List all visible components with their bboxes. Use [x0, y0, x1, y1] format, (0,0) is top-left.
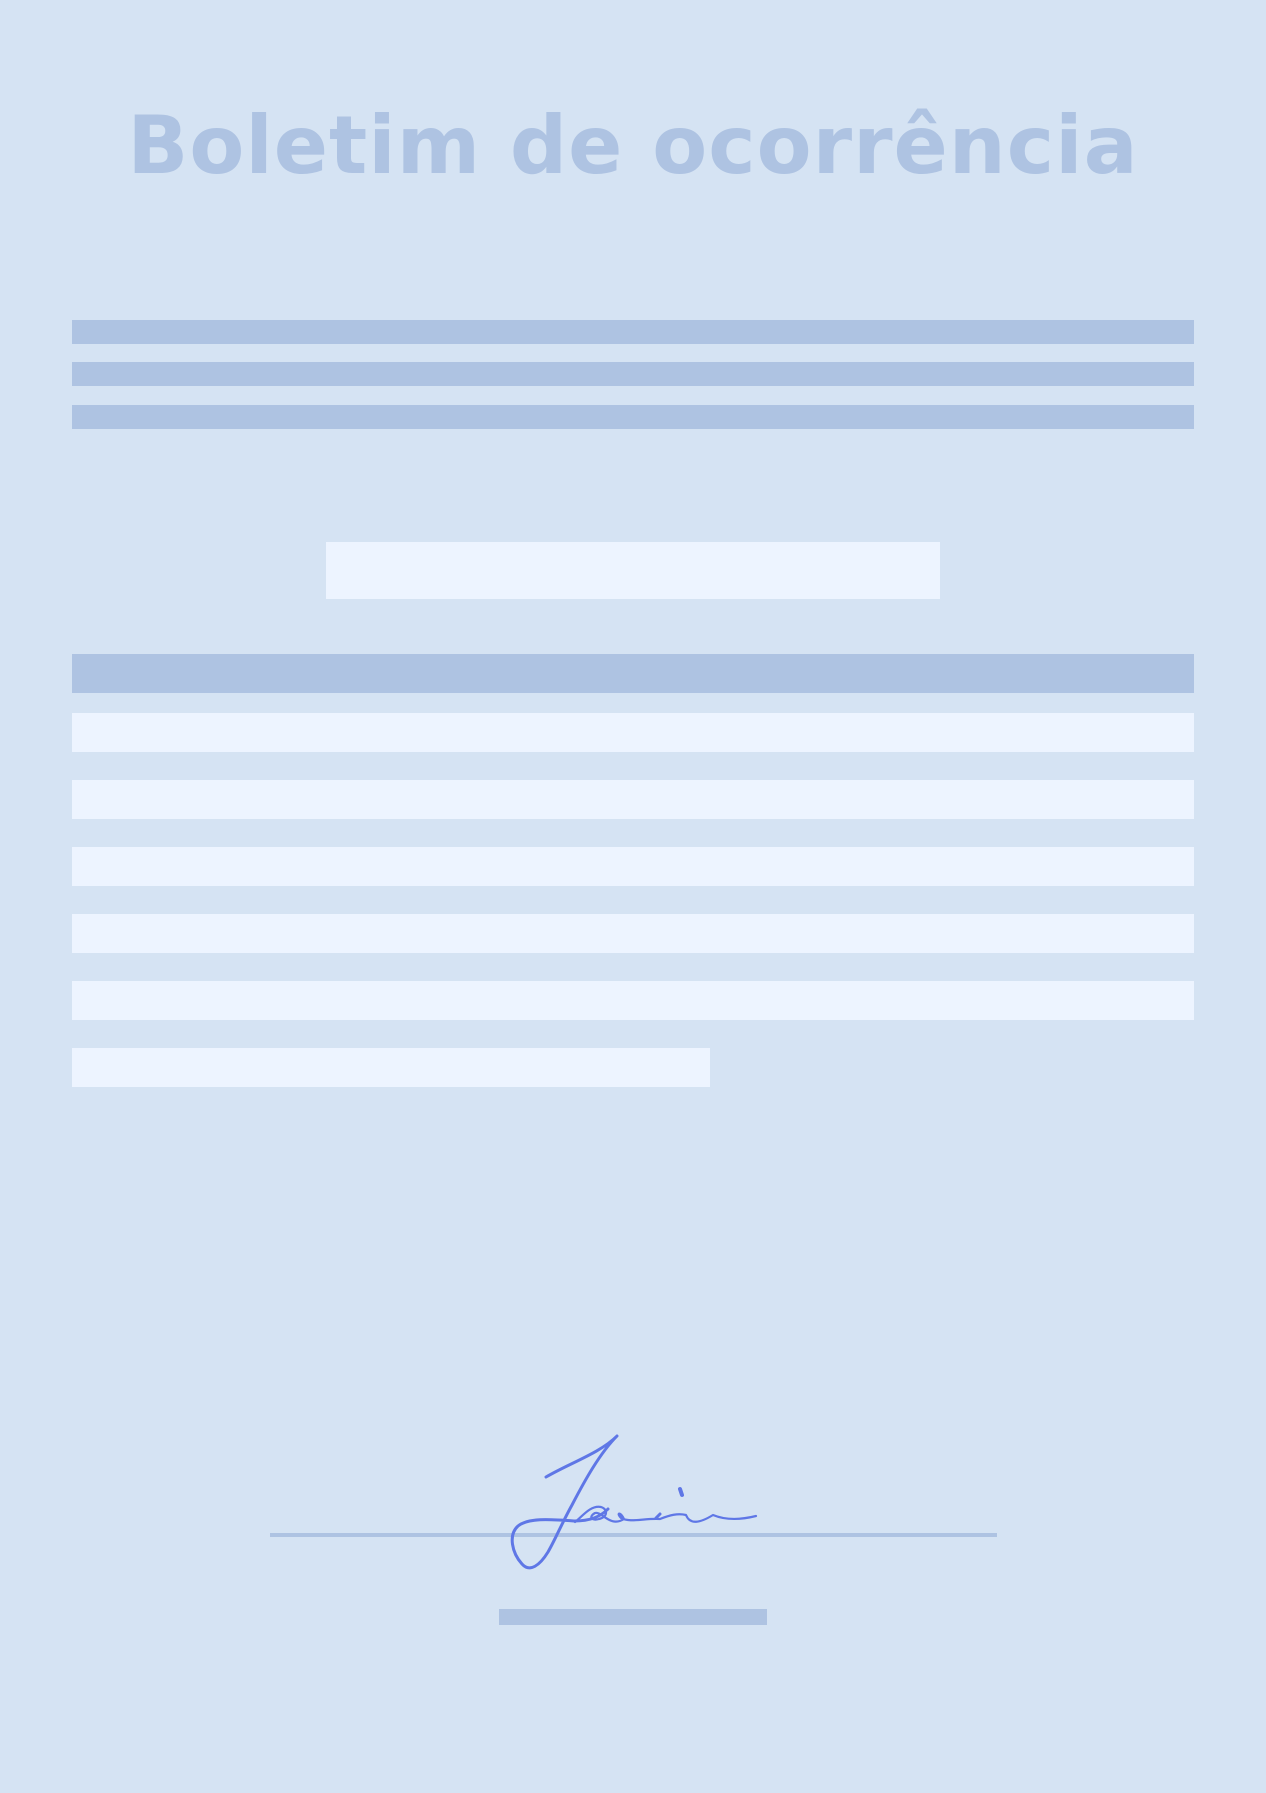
- content-line: [72, 713, 1194, 752]
- signer-name-placeholder: [499, 1609, 767, 1625]
- content-line: [72, 847, 1194, 886]
- header-placeholder-line-1: [72, 320, 1194, 344]
- content-line: [72, 981, 1194, 1020]
- signature-icon: [510, 1434, 758, 1570]
- subtitle-placeholder-box: [326, 542, 940, 599]
- content-header-bar: [72, 654, 1194, 693]
- document-page: Boletim de ocorrência: [0, 0, 1266, 1793]
- header-placeholder-line-3: [72, 405, 1194, 429]
- document-title: Boletim de ocorrência: [127, 99, 1139, 192]
- content-line: [72, 780, 1194, 819]
- content-line: [72, 914, 1194, 953]
- content-line-short: [72, 1048, 710, 1087]
- header-placeholder-line-2: [72, 362, 1194, 386]
